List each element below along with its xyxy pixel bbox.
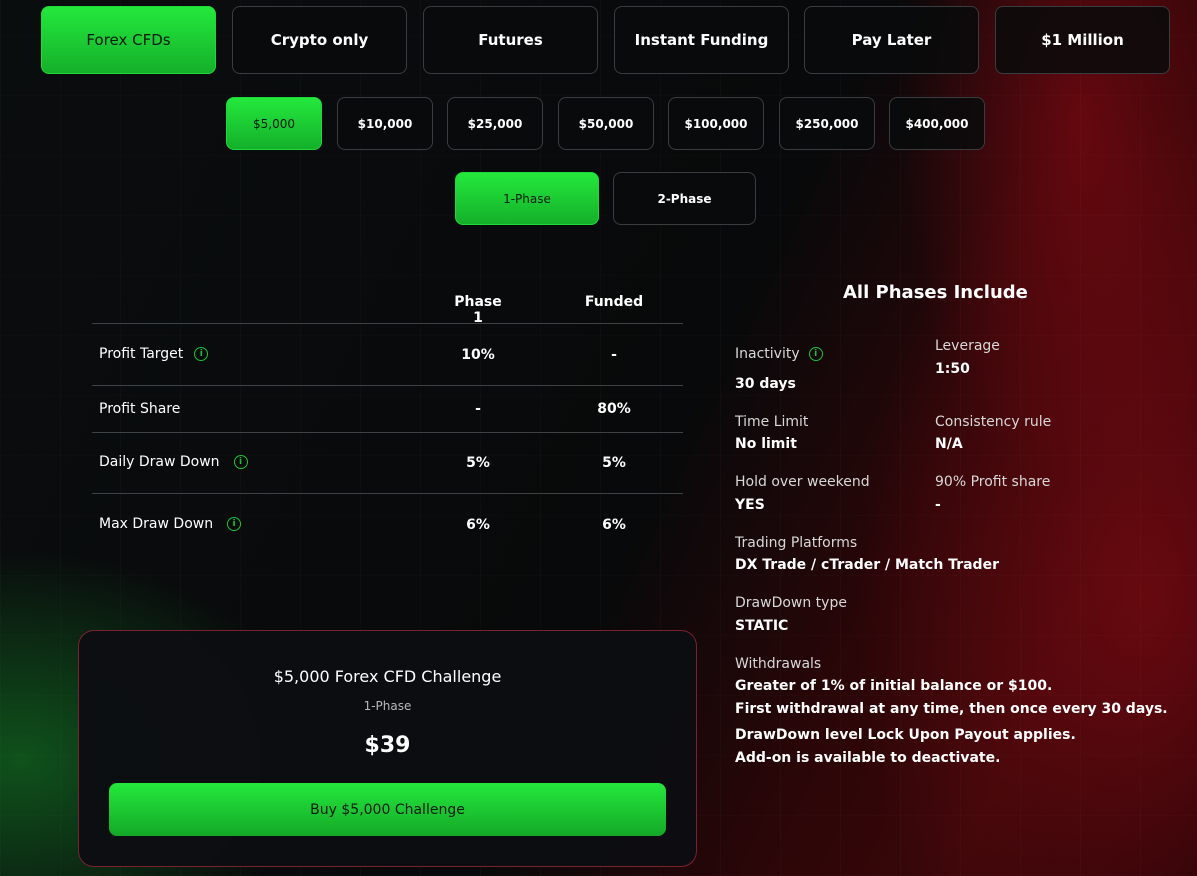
withdrawals-line: DrawDown level Lock Upon Payout applies. xyxy=(735,727,1076,743)
weekend-label: Hold over weekend xyxy=(735,474,870,490)
table-row-label-profit-target: Profit Target i xyxy=(99,346,209,362)
amount-400000-button[interactable]: $400,000 xyxy=(889,97,985,150)
table-row-label-max-draw-down: Max Draw Down i xyxy=(99,516,242,532)
leverage-label: Leverage xyxy=(935,338,1000,354)
challenge-card: $5,000 Forex CFD Challenge 1-Phase $39 B… xyxy=(78,630,697,867)
table-divider xyxy=(92,493,683,494)
table-header-phase1: Phase 1 xyxy=(454,294,502,326)
table-cell: 5% xyxy=(602,455,626,471)
phase-2-button[interactable]: 2-Phase xyxy=(613,172,756,225)
leverage-value: 1:50 xyxy=(935,361,970,377)
challenge-subtitle: 1-Phase xyxy=(363,699,412,713)
row-label-text: Profit Target xyxy=(99,346,184,362)
buy-challenge-button[interactable]: Buy $5,000 Challenge xyxy=(109,783,666,836)
inactivity-value: 30 days xyxy=(735,376,796,392)
table-cell: 6% xyxy=(466,517,490,533)
tab-futures[interactable]: Futures xyxy=(423,6,598,74)
table-cell: - xyxy=(475,401,481,417)
table-divider xyxy=(92,323,683,324)
phases-include-title: All Phases Include xyxy=(843,282,1028,303)
profit-share-label: 90% Profit share xyxy=(935,474,1051,490)
profit-share-value: - xyxy=(935,497,941,513)
trading-platforms-label: Trading Platforms xyxy=(735,535,858,551)
withdrawals-line: Add-on is available to deactivate. xyxy=(735,750,1001,766)
amount-5000-button[interactable]: $5,000 xyxy=(226,97,322,150)
table-row-label-profit-share: Profit Share xyxy=(99,401,180,417)
withdrawals-line: Greater of 1% of initial balance or $100… xyxy=(735,678,1053,694)
row-label-text: Daily Draw Down xyxy=(99,454,220,470)
row-label-text: Profit Share xyxy=(99,401,181,417)
withdrawals-label: Withdrawals xyxy=(735,656,822,672)
amount-25000-button[interactable]: $25,000 xyxy=(447,97,543,150)
amount-10000-button[interactable]: $10,000 xyxy=(337,97,433,150)
table-cell: 80% xyxy=(597,401,631,417)
table-header-funded: Funded xyxy=(584,294,644,310)
consistency-rule-label: Consistency rule xyxy=(935,414,1052,430)
challenge-title: $5,000 Forex CFD Challenge xyxy=(273,667,502,686)
phase-1-button[interactable]: 1-Phase xyxy=(455,172,599,225)
tab-instant-funding[interactable]: Instant Funding xyxy=(614,6,789,74)
weekend-value: YES xyxy=(735,497,765,513)
drawdown-type-value: STATIC xyxy=(735,618,789,634)
info-icon[interactable]: i xyxy=(808,347,823,361)
inactivity-label: Inactivity i xyxy=(735,346,823,362)
tab-pay-later[interactable]: Pay Later xyxy=(804,6,979,74)
time-limit-value: No limit xyxy=(735,436,797,452)
withdrawals-line: First withdrawal at any time, then once … xyxy=(735,701,1168,717)
row-label-text: Max Draw Down xyxy=(99,516,214,532)
table-cell: 10% xyxy=(461,347,495,363)
info-icon[interactable]: i xyxy=(227,517,242,531)
label-text: Inactivity xyxy=(735,346,800,362)
challenge-price: $39 xyxy=(364,733,411,758)
table-cell: - xyxy=(611,347,617,363)
tab-1-million[interactable]: $1 Million xyxy=(995,6,1170,74)
amount-50000-button[interactable]: $50,000 xyxy=(558,97,654,150)
amount-250000-button[interactable]: $250,000 xyxy=(779,97,875,150)
tab-crypto-only[interactable]: Crypto only xyxy=(232,6,407,74)
tab-forex-cfds[interactable]: Forex CFDs xyxy=(41,6,216,74)
trading-platforms-value: DX Trade / cTrader / Match Trader xyxy=(735,557,999,573)
amount-100000-button[interactable]: $100,000 xyxy=(668,97,764,150)
table-divider xyxy=(92,432,683,433)
table-divider xyxy=(92,385,683,386)
drawdown-type-label: DrawDown type xyxy=(735,595,847,611)
info-icon[interactable]: i xyxy=(194,347,209,361)
info-icon[interactable]: i xyxy=(233,455,248,469)
table-cell: 5% xyxy=(466,455,490,471)
time-limit-label: Time Limit xyxy=(735,414,809,430)
table-row-label-daily-draw-down: Daily Draw Down i xyxy=(99,454,248,470)
consistency-rule-value: N/A xyxy=(935,436,963,452)
table-cell: 6% xyxy=(602,517,626,533)
